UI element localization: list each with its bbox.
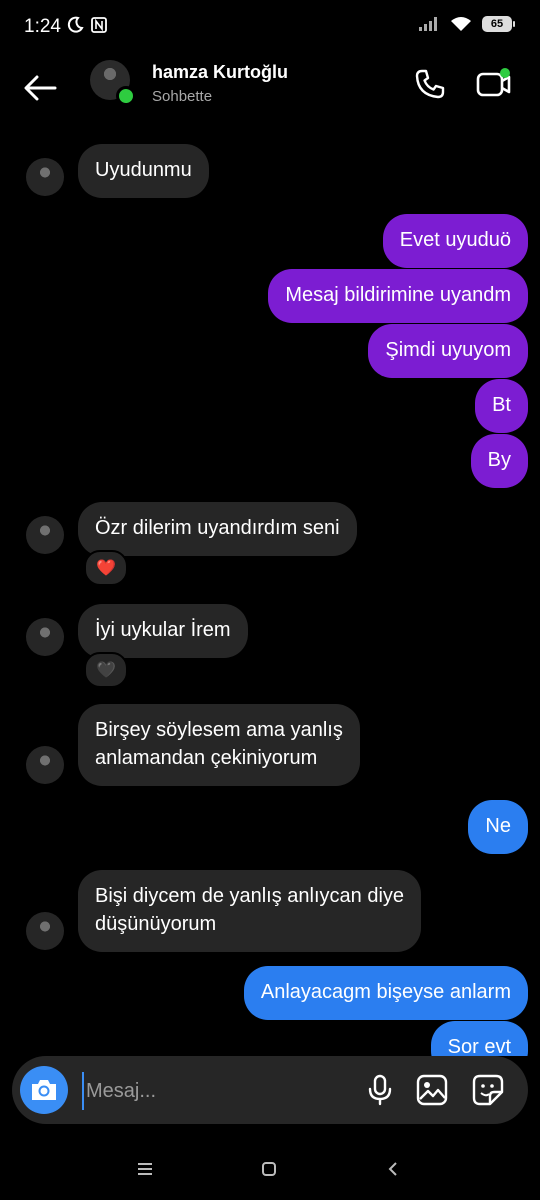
sender-avatar[interactable] (26, 618, 64, 656)
message-input[interactable] (82, 1072, 348, 1110)
message-line: Bişi diycem de yanlış anlıycan diye (95, 885, 405, 907)
message-line: düşünüyorum (95, 913, 217, 935)
sticker-button[interactable] (470, 1072, 506, 1108)
moon-icon (67, 16, 84, 33)
reaction-badge[interactable]: 🖤 (84, 652, 128, 688)
system-nav-bar (0, 1140, 540, 1200)
message-outgoing[interactable]: Ne (468, 800, 528, 854)
back-nav-button[interactable] (378, 1154, 408, 1184)
message-line: anlamandan çekiniyorum (95, 747, 318, 769)
status-time: 1:24 (24, 16, 61, 37)
arrow-left-icon (24, 75, 57, 101)
phone-icon (415, 69, 445, 99)
voice-call-button[interactable] (410, 64, 450, 104)
message-line: Birşey söylesem ama yanlış (95, 719, 343, 741)
online-indicator (116, 86, 136, 106)
signal-icon (419, 17, 437, 31)
sender-avatar[interactable] (26, 912, 64, 950)
message-incoming[interactable]: Bişi diycem de yanlış anlıycan diye düşü… (78, 870, 422, 952)
sender-avatar[interactable] (26, 158, 64, 196)
reaction-badge[interactable]: ❤️ (84, 550, 128, 586)
camera-button[interactable] (20, 1066, 68, 1114)
message-outgoing[interactable]: By (470, 434, 528, 488)
camera-icon (32, 1080, 56, 1100)
status-bar: 1:24 65 (0, 0, 540, 56)
message-incoming[interactable]: Birşey söylesem ama yanlış anlamandan çe… (78, 704, 360, 786)
message-thread[interactable]: Uyudunmu Evet uyuduö Mesaj bildirimine u… (0, 120, 540, 1056)
battery-indicator: 65 (482, 16, 515, 32)
message-outgoing[interactable]: Bt (475, 379, 528, 433)
message-composer (12, 1056, 528, 1124)
recents-button[interactable] (130, 1154, 160, 1184)
message-outgoing[interactable]: Mesaj bildirimine uyandm (268, 269, 528, 323)
chat-header: hamza Kurtoğlu Sohbette (0, 56, 540, 120)
message-outgoing[interactable]: Anlayacagm bişeyse anlarm (243, 966, 528, 1020)
sticker-icon (472, 1074, 504, 1106)
sender-avatar[interactable] (26, 516, 64, 554)
microphone-icon (368, 1074, 392, 1106)
active-indicator (500, 68, 510, 78)
home-button[interactable] (254, 1154, 284, 1184)
gallery-button[interactable] (414, 1072, 450, 1108)
message-outgoing[interactable]: Evet uyuduö (382, 214, 528, 268)
voice-message-button[interactable] (362, 1072, 398, 1108)
contact-status: Sohbette (152, 88, 213, 105)
chevron-left-icon (388, 1162, 397, 1176)
message-outgoing[interactable]: Sor evt (430, 1021, 528, 1056)
back-button[interactable] (20, 68, 60, 108)
message-outgoing[interactable]: Şimdi uyuyom (368, 324, 528, 378)
battery-level: 65 (490, 18, 504, 30)
nfc-icon (91, 17, 107, 33)
sender-avatar[interactable] (26, 746, 64, 784)
image-icon (416, 1074, 448, 1106)
menu-icon (138, 1163, 152, 1175)
message-incoming[interactable]: Özr dilerim uyandırdım seni (78, 502, 357, 556)
contact-name[interactable]: hamza Kurtoğlu (152, 62, 288, 83)
wifi-icon (451, 17, 471, 31)
home-square-icon (262, 1162, 276, 1176)
message-incoming[interactable]: Uyudunmu (78, 144, 209, 198)
message-incoming[interactable]: İyi uykular İrem (78, 604, 248, 658)
